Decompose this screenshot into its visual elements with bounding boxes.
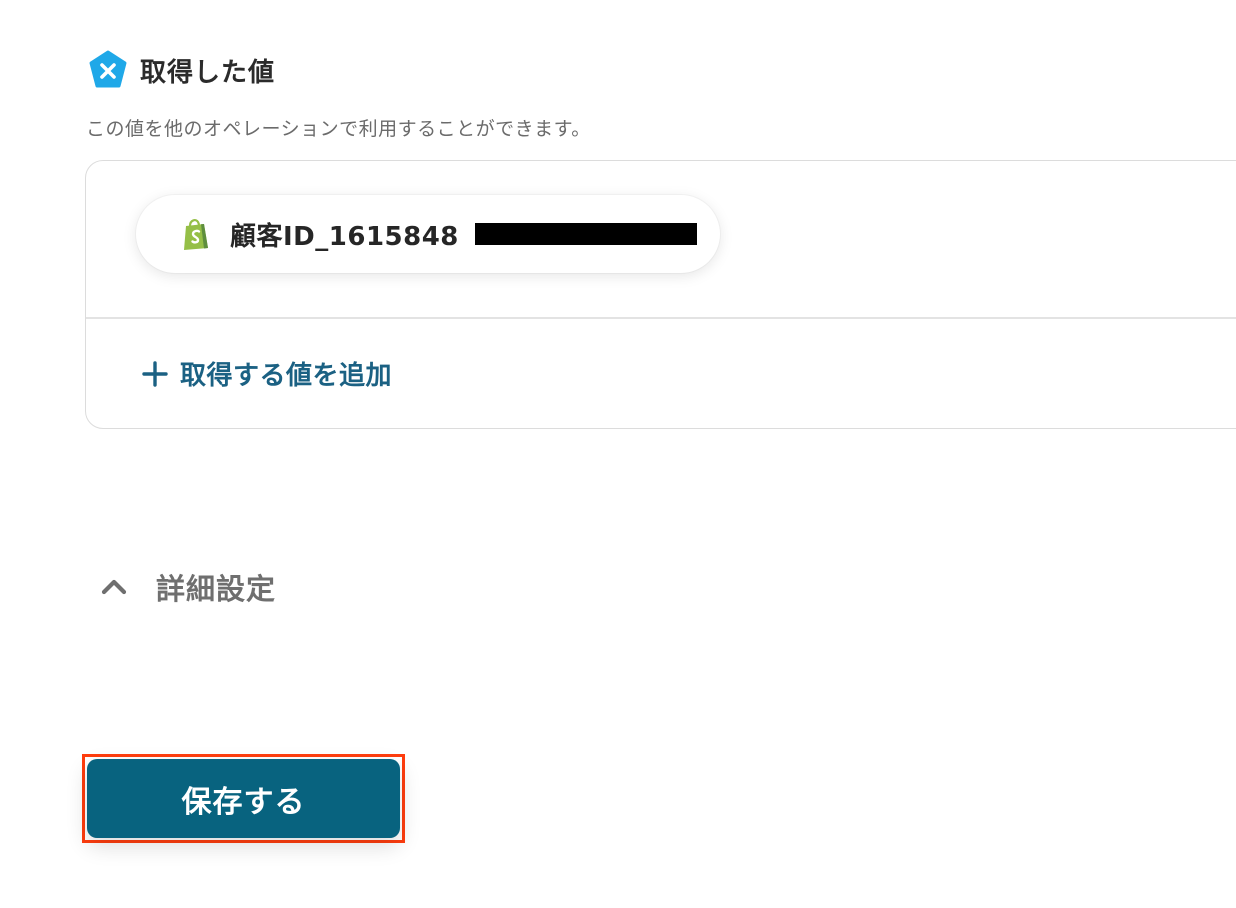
card-divider	[86, 317, 1236, 319]
yoom-x-badge-icon	[89, 50, 127, 88]
section-title: 取得した値	[140, 57, 276, 88]
advanced-settings-toggle[interactable]: 詳細設定	[98, 566, 276, 608]
add-value-button[interactable]: 取得する値を追加	[142, 355, 392, 392]
page: 取得した値 この値を他のオペレーションで利用することができます。 顧客ID_16…	[0, 0, 1236, 908]
plus-icon	[142, 360, 168, 387]
values-card: 顧客ID_1615848 取得する値を追加	[85, 160, 1236, 429]
section-description: この値を他のオペレーションで利用することができます。	[86, 118, 591, 140]
value-label: 顧客ID_1615848	[230, 221, 459, 252]
value-pill[interactable]: 顧客ID_1615848	[136, 195, 720, 273]
advanced-settings-label: 詳細設定	[156, 572, 277, 606]
shopify-icon	[184, 219, 208, 250]
redacted-value	[474, 223, 697, 245]
section-header: 取得した値	[88, 50, 275, 90]
save-button[interactable]: 保存する	[87, 759, 400, 838]
chevron-up-icon	[101, 579, 127, 595]
add-value-label: 取得する値を追加	[180, 361, 393, 391]
